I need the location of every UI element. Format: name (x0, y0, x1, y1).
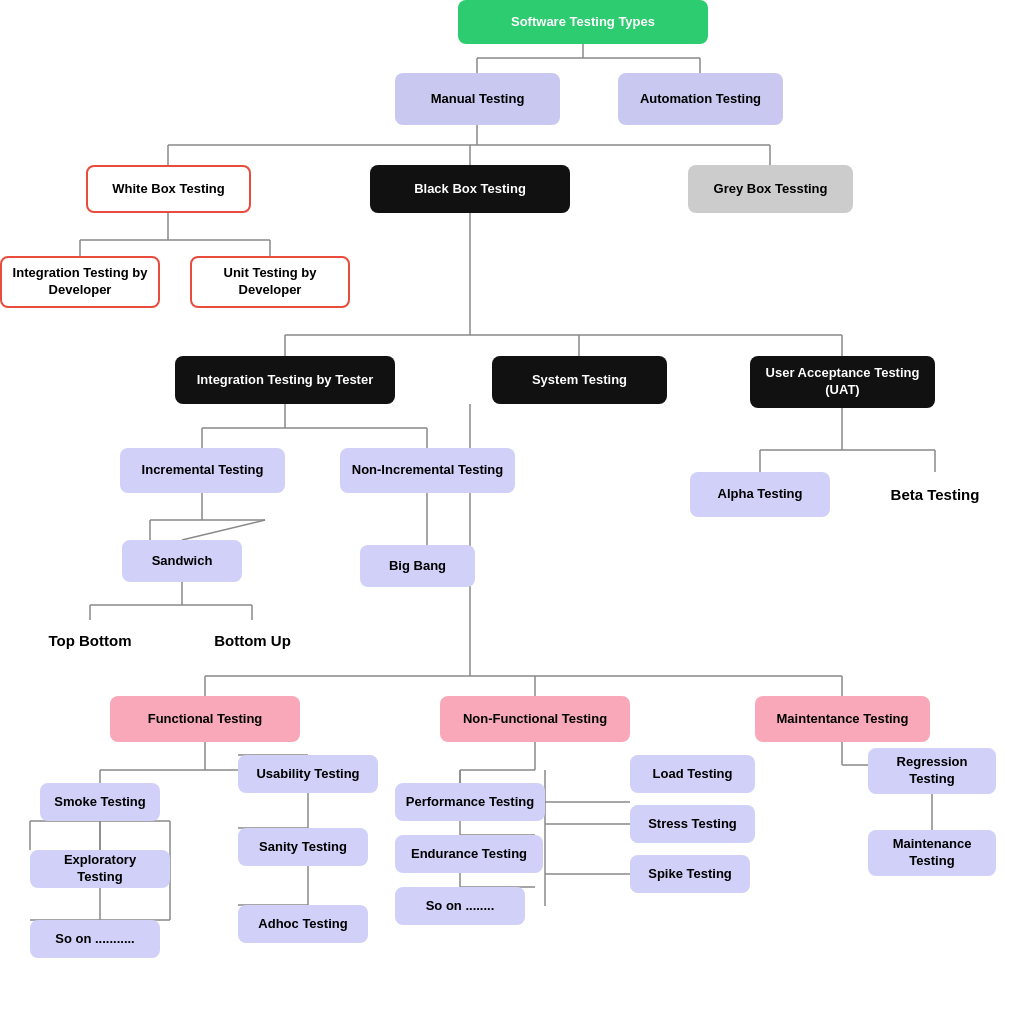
node-blackbox: Black Box Testing (370, 165, 570, 213)
node-soon_func: So on ........... (30, 920, 160, 958)
node-nonincremental: Non-Incremental Testing (340, 448, 515, 493)
node-root: Software Testing Types (458, 0, 708, 44)
node-beta: Beta Testing (870, 472, 1000, 517)
node-automation: Automation Testing (618, 73, 783, 125)
node-sanity: Sanity Testing (238, 828, 368, 866)
node-spike: Spike Testing (630, 855, 750, 893)
node-maintenance: Maintentance Testing (755, 696, 930, 742)
node-maintenance2: Maintenance Testing (868, 830, 996, 876)
node-functional: Functional Testing (110, 696, 300, 742)
node-greybox: Grey Box Tessting (688, 165, 853, 213)
node-nonfunctional: Non-Functional Testing (440, 696, 630, 742)
node-integration_dev: Integration Testing by Developer (0, 256, 160, 308)
node-regression: Regression Testing (868, 748, 996, 794)
node-uat: User Acceptance Testing (UAT) (750, 356, 935, 408)
node-adhoc: Adhoc Testing (238, 905, 368, 943)
node-stress: Stress Testing (630, 805, 755, 843)
node-manual: Manual Testing (395, 73, 560, 125)
node-topbottom: Top Bottom (30, 620, 150, 662)
node-endurance: Endurance Testing (395, 835, 543, 873)
diagram: Software Testing Types Manual Testing Auto… (0, 0, 1024, 1024)
node-usability: Usability Testing (238, 755, 378, 793)
node-integration_tester: Integration Testing by Tester (175, 356, 395, 404)
node-smoke: Smoke Testing (40, 783, 160, 821)
node-bigbang: Big Bang (360, 545, 475, 587)
node-load: Load Testing (630, 755, 755, 793)
node-unit_dev: Unit Testing by Developer (190, 256, 350, 308)
node-system: System Testing (492, 356, 667, 404)
svg-line-29 (182, 520, 265, 540)
node-sandwich: Sandwich (122, 540, 242, 582)
node-performance: Performance Testing (395, 783, 545, 821)
node-incremental: Incremental Testing (120, 448, 285, 493)
node-exploratory: Exploratory Testing (30, 850, 170, 888)
node-whitebox: White Box Testing (86, 165, 251, 213)
node-bottomup: Bottom Up (195, 620, 310, 662)
node-soon_nf: So on ........ (395, 887, 525, 925)
node-alpha: Alpha Testing (690, 472, 830, 517)
